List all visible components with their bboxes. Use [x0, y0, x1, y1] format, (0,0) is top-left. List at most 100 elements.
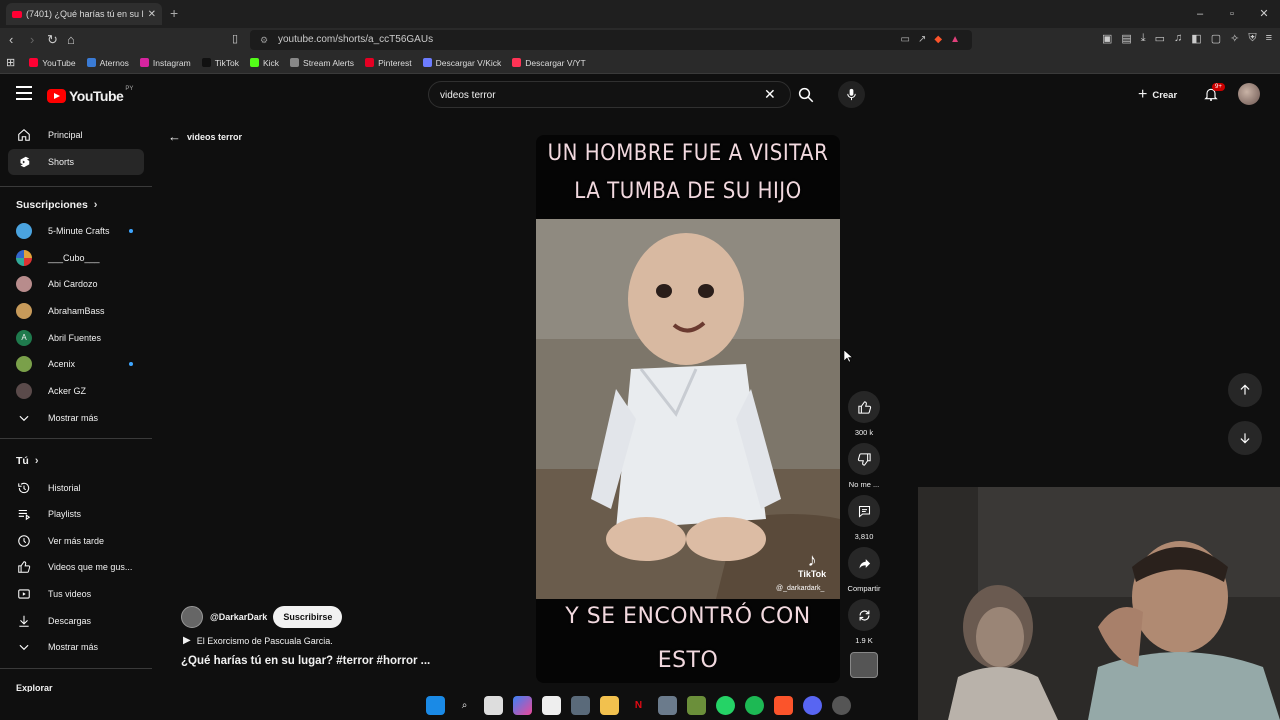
sound-link[interactable]: ▶ El Exorcismo de Pascuala Garcia.	[183, 635, 333, 646]
sidebar-sub-abril-fuentes[interactable]: A Abril Fuentes	[8, 325, 144, 351]
music-icon[interactable]: ♫	[1174, 32, 1182, 45]
account-avatar[interactable]	[1238, 83, 1260, 105]
sidebar-item-playlists[interactable]: Playlists	[8, 501, 144, 527]
maximize-icon[interactable]: ▫	[1216, 0, 1248, 28]
youtube-logo[interactable]: YouTube PY	[47, 86, 133, 104]
minimize-icon[interactable]: –	[1184, 0, 1216, 28]
sidebar-item-ver-mas-tarde[interactable]: Ver más tarde	[8, 528, 144, 554]
steam-icon[interactable]	[832, 695, 851, 715]
brave-icon[interactable]	[774, 695, 793, 715]
bookmark-pinterest[interactable]: Pinterest	[365, 58, 412, 68]
sidebar-sub-acenix[interactable]: Acenix	[8, 351, 144, 377]
spotify-icon[interactable]	[745, 695, 764, 715]
sidebar-sub-5-minute-crafts[interactable]: 5-Minute Crafts	[8, 218, 144, 244]
reload-icon[interactable]: ↻	[47, 32, 58, 48]
site-info-icon[interactable]: ⚙	[260, 30, 268, 50]
share-icon[interactable]: ↗	[918, 30, 926, 50]
home-icon	[16, 127, 32, 143]
sidebar-sub-abi-cardozo[interactable]: Abi Cardozo	[8, 271, 144, 297]
video-title[interactable]: ¿Qué harías tú en su lugar? #terror #hor…	[181, 655, 430, 667]
bookmark-kick[interactable]: Kick	[249, 58, 279, 68]
menu-icon[interactable]	[16, 86, 32, 100]
sidebar-item-principal[interactable]: Principal	[8, 122, 144, 148]
thumbs-up-icon	[857, 400, 871, 414]
brave-rewards-icon[interactable]: ▲	[950, 30, 960, 50]
channel-name[interactable]: @DarkarDark	[210, 612, 267, 622]
camera-icon[interactable]	[571, 695, 590, 715]
bookmark-instagram-icon	[139, 58, 149, 67]
browser-tab[interactable]: (7401) ¿Qué harías tú en su lu ✕	[6, 3, 162, 25]
file-explorer-icon[interactable]	[600, 695, 619, 715]
back-icon[interactable]: ‹	[9, 32, 13, 47]
home-icon[interactable]: ⌂	[67, 32, 75, 47]
new-tab-icon[interactable]: +	[170, 5, 178, 21]
cast-icon[interactable]: ▭	[901, 30, 910, 50]
reader-icon[interactable]: ▤	[1121, 32, 1131, 45]
sidebar-item-shorts[interactable]: Shorts	[8, 149, 144, 175]
search-input[interactable]: videos terror	[428, 81, 791, 108]
download-icon[interactable]: ⤓	[1141, 32, 1146, 45]
vpn-icon[interactable]: ⛨	[1248, 32, 1256, 45]
search-icon[interactable]	[795, 86, 817, 104]
task-view-icon[interactable]	[484, 695, 503, 715]
channel-sound-thumbnail[interactable]	[850, 652, 878, 678]
comments-button[interactable]	[848, 495, 880, 527]
dislike-button[interactable]	[848, 443, 880, 475]
sidebar-you-show-more[interactable]: Mostrar más	[8, 634, 144, 660]
copilot-icon[interactable]	[513, 695, 532, 715]
bookmark-descargar-yt[interactable]: Descargar V/YT	[512, 58, 586, 68]
bookmark-youtube[interactable]: YouTube	[29, 58, 76, 68]
sidebar-item-historial[interactable]: Historial	[8, 475, 144, 501]
previous-short-button[interactable]	[1228, 373, 1262, 407]
menu-icon[interactable]: ≡	[1266, 32, 1272, 45]
sidebar-icon[interactable]: ◧	[1191, 32, 1201, 45]
url-field[interactable]: ⚙ youtube.com/shorts/a_ccT56GAUs ▭ ↗ ◆ ▲	[250, 30, 972, 50]
subscribe-button[interactable]: Suscribirse	[273, 606, 343, 628]
sidebar-sub-acker-gz[interactable]: Acker GZ	[8, 378, 144, 404]
close-tab-icon[interactable]: ✕	[148, 9, 156, 20]
you-heading[interactable]: Tú ›	[16, 455, 39, 467]
search-icon[interactable]: ⌕	[455, 696, 474, 715]
forward-icon[interactable]: ›	[30, 32, 34, 47]
store-icon[interactable]	[542, 695, 561, 715]
video-frame	[536, 219, 840, 599]
screenshot-icon[interactable]: ▣	[1102, 32, 1112, 45]
ai-icon[interactable]: ✧	[1230, 32, 1239, 45]
bookmark-icon[interactable]: ▯	[232, 32, 238, 45]
bookmark-aternos[interactable]: Aternos	[86, 58, 129, 68]
windows-start-icon[interactable]	[426, 695, 445, 715]
close-window-icon[interactable]: ✕	[1248, 0, 1280, 28]
bookmark-instagram[interactable]: Instagram	[139, 58, 191, 68]
remix-button[interactable]	[848, 599, 880, 631]
shorts-video-player[interactable]: UN HOMBRE FUE A VISITAR LA TUMBA DE SU H…	[536, 135, 840, 683]
bookmark-tiktok[interactable]: TikTok	[201, 58, 239, 68]
settings-icon[interactable]	[658, 695, 677, 715]
bookmark-stream-alerts[interactable]: Stream Alerts	[290, 58, 354, 68]
sidebar-item-descargas[interactable]: Descargas	[8, 608, 144, 634]
sidebar-item-liked-videos[interactable]: Videos que me gus...	[8, 554, 144, 580]
apps-grid-icon[interactable]: ⊞	[6, 56, 15, 69]
channel-avatar[interactable]	[181, 606, 203, 628]
share-button[interactable]	[848, 547, 880, 579]
wallet-icon[interactable]: ▢	[1211, 32, 1221, 45]
discord-icon[interactable]	[803, 695, 822, 715]
sidebar-item-tus-videos[interactable]: Tus videos	[8, 581, 144, 607]
sidebar-sub-cubo[interactable]: ___Cubo___	[8, 245, 144, 271]
next-short-button[interactable]	[1228, 421, 1262, 455]
channel-avatar	[16, 250, 32, 266]
minecraft-icon[interactable]	[687, 695, 706, 715]
brave-shield-icon[interactable]: ◆	[934, 30, 942, 50]
sidebar-sub-abrahambass[interactable]: AbrahamBass	[8, 298, 144, 324]
voice-search-button[interactable]	[838, 81, 865, 108]
sidebar-subs-show-more[interactable]: Mostrar más	[8, 405, 144, 431]
bookmark-descargar-kick[interactable]: Descargar V/Kick	[422, 58, 501, 68]
clear-search-icon[interactable]: ✕	[764, 86, 776, 103]
back-to-search-link[interactable]: ← videos terror	[168, 129, 242, 144]
like-button[interactable]	[848, 391, 880, 423]
cast-icon[interactable]: ▭	[1155, 32, 1165, 45]
netflix-icon[interactable]: N	[629, 696, 648, 715]
whatsapp-icon[interactable]	[716, 695, 735, 715]
create-button[interactable]: + Crear	[1138, 86, 1177, 104]
microphone-icon	[847, 88, 856, 101]
subscriptions-heading[interactable]: Suscripciones ›	[16, 199, 97, 211]
